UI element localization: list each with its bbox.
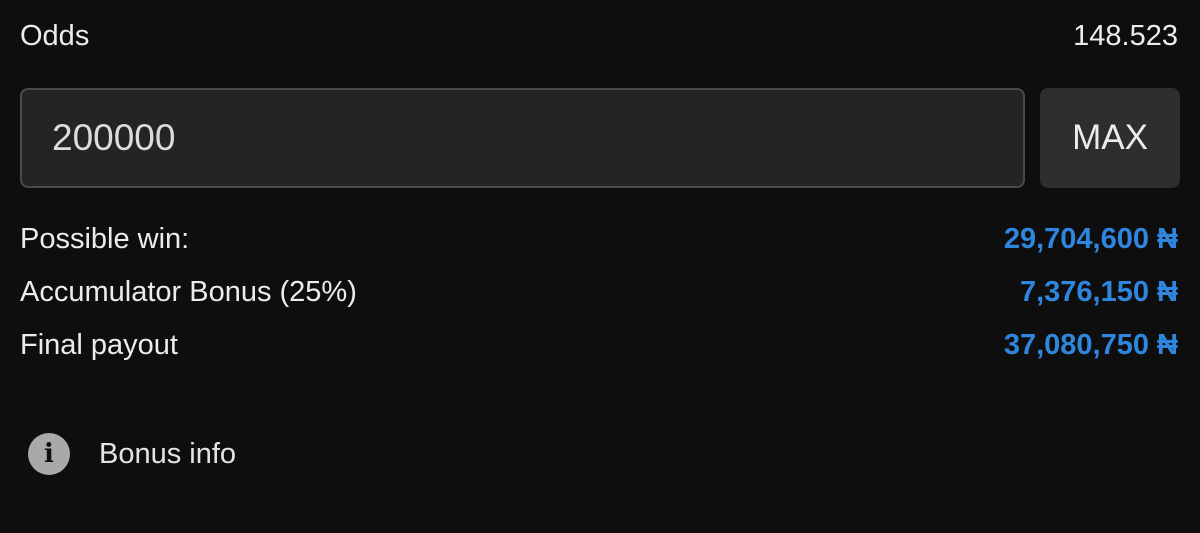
bonus-info-link[interactable]: i Bonus info <box>28 432 236 476</box>
accumulator-bonus-label: Accumulator Bonus (25%) <box>20 276 357 308</box>
final-payout-value: 37,080,750 ₦ <box>1003 329 1178 361</box>
final-payout-row: Final payout 37,080,750 ₦ <box>20 319 1178 372</box>
possible-win-row: Possible win: 29,704,600 ₦ <box>20 213 1178 266</box>
accumulator-bonus-row: Accumulator Bonus (25%) 7,376,150 ₦ <box>20 266 1178 319</box>
bonus-info-label: Bonus info <box>99 437 237 470</box>
odds-value: 148.523 <box>1073 19 1178 52</box>
possible-win-label: Possible win: <box>20 223 190 255</box>
stake-row: MAX <box>20 88 1180 188</box>
stake-input[interactable] <box>20 88 1025 188</box>
info-icon: i <box>28 433 70 475</box>
odds-label: Odds <box>20 19 90 52</box>
final-payout-label: Final payout <box>20 329 178 361</box>
odds-row: Odds 148.523 <box>20 14 1178 58</box>
possible-win-value: 29,704,600 ₦ <box>1003 223 1178 255</box>
max-button[interactable]: MAX <box>1040 88 1180 188</box>
payout-summary: Possible win: 29,704,600 ₦ Accumulator B… <box>20 213 1178 372</box>
accumulator-bonus-value: 7,376,150 ₦ <box>1019 276 1178 308</box>
bet-slip-panel: Odds 148.523 MAX Possible win: 29,704,60… <box>0 0 1200 533</box>
